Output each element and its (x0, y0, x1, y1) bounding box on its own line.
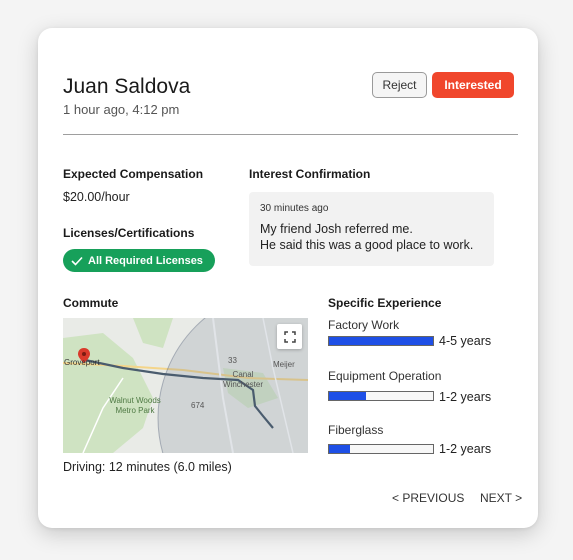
commute-summary: Driving: 12 minutes (6.0 miles) (63, 460, 232, 474)
map-label: 674 (191, 401, 205, 410)
experience-label: Specific Experience (328, 296, 442, 310)
candidate-timestamp: 1 hour ago, 4:12 pm (63, 102, 180, 117)
candidate-name: Juan Saldova (63, 75, 191, 98)
interest-message: 30 minutes ago My friend Josh referred m… (249, 192, 494, 266)
licenses-label: Licenses/Certifications (63, 226, 195, 240)
previous-link[interactable]: < PREVIOUS (392, 491, 464, 505)
reject-button[interactable]: Reject (372, 72, 427, 98)
experience-years: 1-2 years (439, 390, 492, 404)
candidate-card: Juan Saldova 1 hour ago, 4:12 pm Reject … (38, 28, 538, 528)
experience-bar (328, 444, 434, 454)
commute-label: Commute (63, 296, 119, 310)
licenses-badge: All Required Licenses (63, 249, 215, 272)
experience-bar-fill (329, 445, 350, 453)
message-line: My friend Josh referred me. (260, 222, 413, 236)
map-label: Meijer (273, 360, 295, 369)
interested-button[interactable]: Interested (432, 72, 514, 98)
experience-name: Equipment Operation (328, 369, 442, 383)
map-label: 33 (228, 356, 237, 365)
experience-years: 4-5 years (439, 334, 492, 348)
next-link[interactable]: NEXT > (480, 491, 522, 505)
experience-name: Factory Work (328, 318, 400, 332)
map-label: Canal Winchester (222, 370, 263, 389)
experience-bar-fill (329, 392, 367, 400)
header-divider (63, 134, 518, 135)
experience-bar-fill (329, 337, 433, 345)
licenses-badge-text: All Required Licenses (88, 254, 203, 267)
experience-bar (328, 336, 434, 346)
message-timestamp: 30 minutes ago (260, 203, 329, 214)
experience-bar (328, 391, 434, 401)
experience-name: Fiberglass (328, 423, 384, 437)
checkmark-icon (71, 256, 83, 266)
interest-label: Interest Confirmation (249, 167, 371, 181)
fullscreen-icon (283, 330, 296, 343)
map-label: Walnut Woods Metro Park (109, 396, 161, 415)
message-line: He said this was a good place to work. (260, 238, 474, 252)
map-background (63, 318, 308, 453)
compensation-label: Expected Compensation (63, 167, 204, 181)
experience-years: 1-2 years (439, 442, 492, 456)
fullscreen-button[interactable] (277, 324, 302, 349)
compensation-value: $20.00/hour (63, 190, 130, 204)
map-label: Groveport (64, 358, 100, 367)
commute-map[interactable]: Groveport Canal Winchester Walnut Woods … (63, 318, 308, 453)
